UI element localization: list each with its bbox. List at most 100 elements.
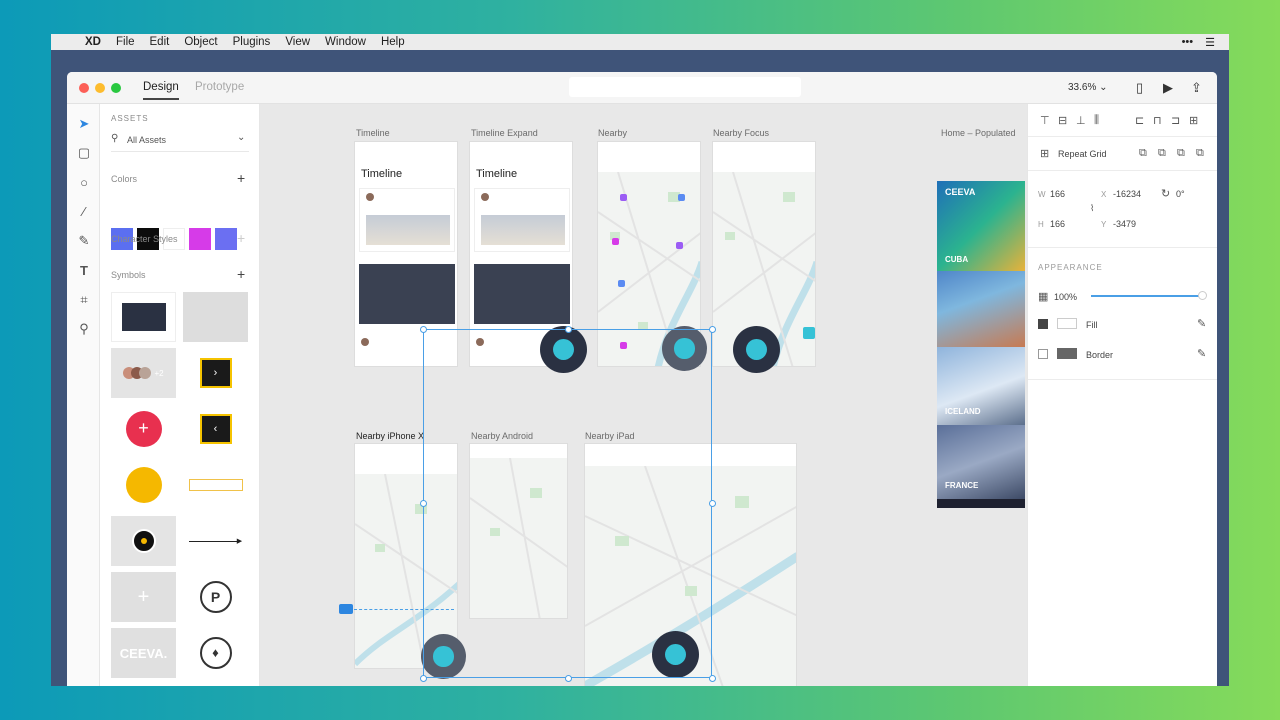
share-icon[interactable]: ⇪ [1191, 80, 1202, 96]
grid-marker-icon[interactable] [339, 604, 353, 614]
add-symbol-icon[interactable]: + [237, 266, 245, 282]
resize-handle[interactable] [709, 326, 716, 333]
symbol-add-button[interactable]: + [111, 404, 176, 454]
boolean-intersect-icon[interactable]: ⧉ [1177, 147, 1185, 160]
zoom-level[interactable]: 33.6% ⌄ [1068, 82, 1108, 93]
artboard-name-timeline-expand[interactable]: Timeline Expand [471, 128, 538, 138]
eyedropper-icon[interactable]: ✎ [1197, 347, 1206, 360]
ellipse-tool-icon[interactable]: ○ [76, 175, 92, 191]
symbol-arrow-line[interactable]: ▶ [183, 516, 248, 566]
post-card [359, 188, 455, 252]
border-label: Border [1086, 350, 1114, 360]
symbol-card[interactable] [111, 292, 176, 342]
add-color-icon[interactable]: + [237, 170, 245, 186]
symbol-placeholder[interactable]: + [111, 572, 176, 622]
menu-edit[interactable]: Edit [150, 36, 170, 48]
artboard-tool-icon[interactable]: ⌗ [76, 292, 92, 308]
symbol-avatars[interactable]: +2 [111, 348, 176, 398]
chevron-down-icon[interactable]: ⌄ [237, 132, 245, 143]
line-tool-icon[interactable]: ∕ [76, 204, 92, 220]
opacity-slider-knob[interactable] [1198, 291, 1207, 300]
width-field[interactable]: 166 [1050, 189, 1065, 199]
rectangle-tool-icon[interactable]: ▢ [76, 145, 92, 161]
symbol-pinterest[interactable]: P [183, 572, 248, 622]
fill-checkbox[interactable] [1038, 319, 1048, 329]
menu-window[interactable]: Window [325, 36, 366, 48]
menu-file[interactable]: File [116, 36, 135, 48]
play-preview-icon[interactable]: ▶ [1163, 80, 1173, 96]
symbol-empty[interactable] [183, 292, 248, 342]
menu-help[interactable]: Help [381, 36, 405, 48]
fill-swatch[interactable] [1057, 318, 1077, 329]
align-center-icon[interactable]: ⊓ [1153, 114, 1162, 127]
symbol-prev-button[interactable]: ‹ [183, 404, 248, 454]
document-title-field[interactable] [569, 77, 801, 97]
align-top-icon[interactable]: ⊤ [1040, 114, 1050, 127]
border-checkbox[interactable] [1038, 349, 1048, 359]
menu-plugins[interactable]: Plugins [233, 36, 271, 48]
symbol-yellow-badge[interactable] [111, 460, 176, 510]
assets-filter[interactable]: All Assets [127, 135, 166, 145]
pen-tool-icon[interactable]: ✎ [76, 233, 92, 249]
tab-design[interactable]: Design [143, 81, 179, 100]
align-middle-icon[interactable]: ⊟ [1058, 114, 1067, 127]
repeat-grid-button[interactable]: Repeat Grid [1058, 149, 1107, 159]
align-bottom-icon[interactable]: ⊥ [1076, 114, 1086, 127]
artboard-home-populated[interactable]: CEEVA CUBA ICELAND FRANCE [937, 181, 1025, 508]
lock-aspect-icon[interactable]: ⌇ [1090, 203, 1094, 214]
boolean-subtract-icon[interactable]: ⧉ [1158, 147, 1166, 160]
distribute-horizontal-icon[interactable]: ⊞ [1189, 114, 1198, 127]
close-window-button[interactable] [79, 83, 89, 93]
color-swatch[interactable] [189, 228, 211, 250]
device-preview-icon[interactable]: ▯ [1136, 80, 1143, 96]
selection-bounds[interactable] [423, 329, 712, 678]
add-character-style-icon[interactable]: + [237, 230, 245, 246]
eyedropper-icon[interactable]: ✎ [1197, 317, 1206, 330]
resize-handle[interactable] [420, 500, 427, 507]
symbol-input-outline[interactable] [183, 460, 248, 510]
opacity-slider[interactable] [1091, 295, 1203, 297]
nearby-focus-fab[interactable] [733, 326, 780, 373]
artboard-name-timeline[interactable]: Timeline [356, 128, 390, 138]
design-canvas[interactable]: Timeline Timeline Expand Nearby Nearby F… [260, 104, 1027, 686]
symbol-next-button[interactable]: › [183, 348, 248, 398]
artboard-name-home[interactable]: Home – Populated [941, 128, 1016, 138]
minimize-window-button[interactable] [95, 83, 105, 93]
distribute-icon[interactable]: ⫼ [1094, 114, 1099, 127]
x-field[interactable]: -16234 [1113, 189, 1141, 199]
boolean-add-icon[interactable]: ⧉ [1139, 147, 1147, 160]
artboard-name-nearby-focus[interactable]: Nearby Focus [713, 128, 769, 138]
menu-object[interactable]: Object [184, 36, 217, 48]
resize-handle[interactable] [709, 500, 716, 507]
color-swatch[interactable] [215, 228, 237, 250]
boolean-exclude-icon[interactable]: ⧉ [1196, 147, 1204, 160]
resize-handle[interactable] [565, 326, 572, 333]
symbol-twitter[interactable]: ♦ [183, 628, 248, 678]
menu-view[interactable]: View [285, 36, 310, 48]
list-icon[interactable]: ☰ [1205, 36, 1215, 49]
tab-prototype[interactable]: Prototype [195, 81, 244, 93]
maximize-window-button[interactable] [111, 83, 121, 93]
menu-app[interactable]: XD [85, 36, 101, 48]
resize-handle[interactable] [420, 675, 427, 682]
y-field[interactable]: -3479 [1113, 219, 1136, 229]
rotation-field[interactable]: 0° [1176, 189, 1185, 199]
rotate-icon: ↻ [1161, 188, 1171, 200]
text-tool-icon[interactable]: T [76, 263, 92, 279]
resize-handle[interactable] [709, 675, 716, 682]
resize-handle[interactable] [420, 326, 427, 333]
more-icon[interactable]: ••• [1182, 36, 1194, 49]
symbol-ceeva-logo[interactable]: CEEVA. [111, 628, 176, 678]
border-swatch[interactable] [1057, 348, 1077, 359]
repeat-grid-icon[interactable]: ⊞ [1040, 147, 1049, 160]
zoom-tool-icon[interactable]: ⚲ [76, 321, 92, 337]
align-left-icon[interactable]: ⊏ [1135, 114, 1144, 127]
align-right-icon[interactable]: ⊐ [1171, 114, 1180, 127]
symbol-play-button[interactable] [111, 516, 176, 566]
opacity-value[interactable]: 100% [1054, 292, 1077, 302]
artboard-name-nearby-iphonex[interactable]: Nearby iPhone X [356, 431, 424, 441]
resize-handle[interactable] [565, 675, 572, 682]
artboard-name-nearby[interactable]: Nearby [598, 128, 627, 138]
select-tool-icon[interactable]: ➤ [76, 116, 92, 132]
height-field[interactable]: 166 [1050, 219, 1065, 229]
